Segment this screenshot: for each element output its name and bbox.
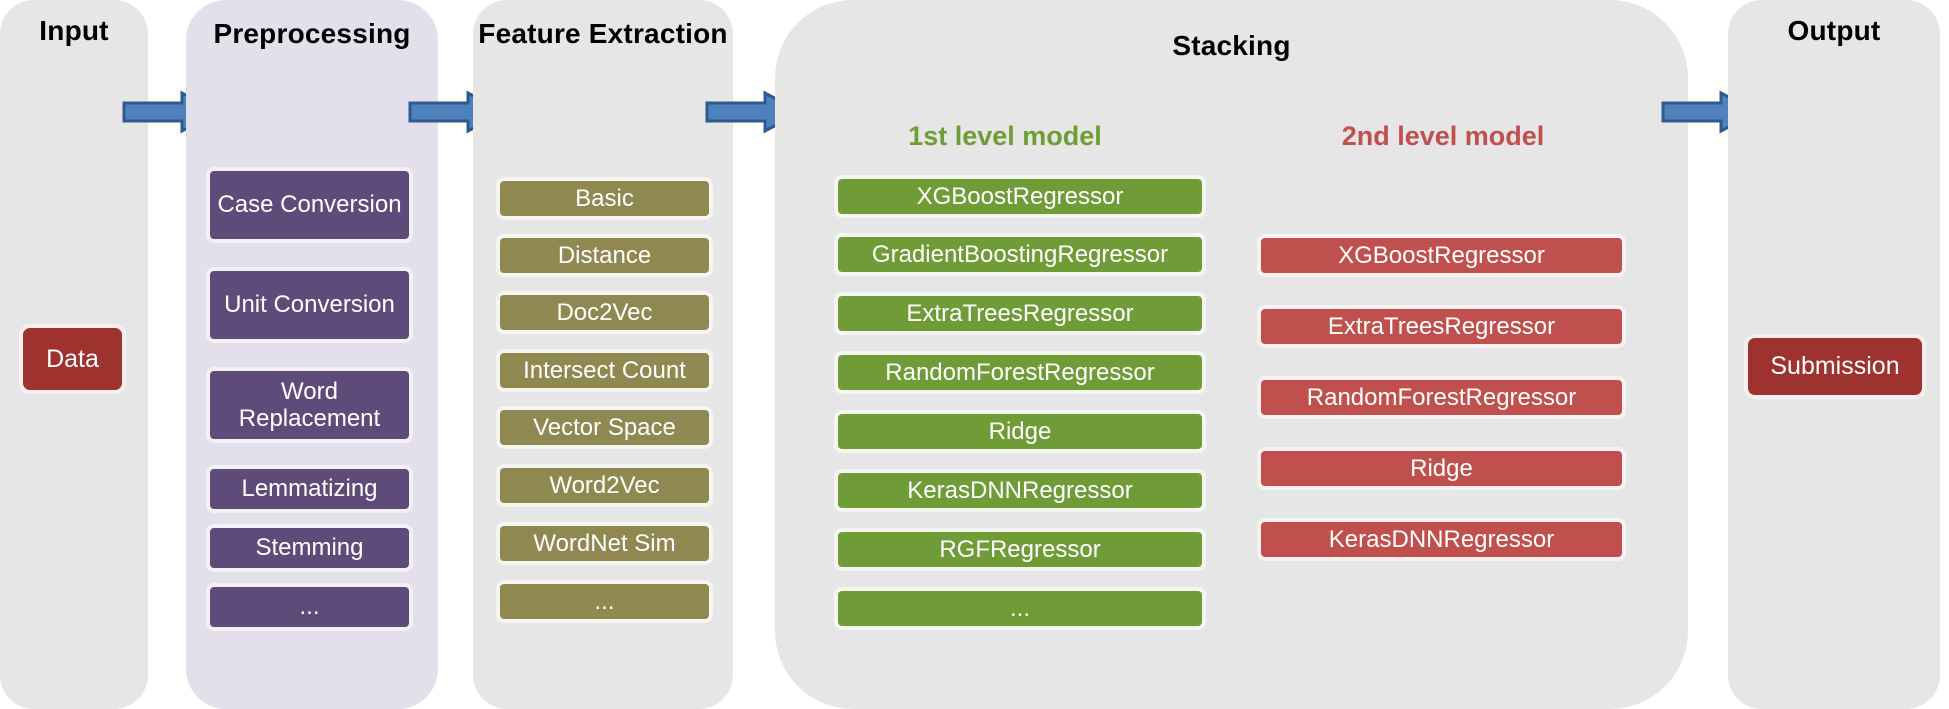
chip-preprocessing-stemming: Stemming (207, 525, 412, 571)
chip-label: XGBoostRegressor (1338, 241, 1545, 269)
stage-title-feature-extraction: Feature Extraction (478, 18, 728, 49)
stage-title-output: Output (1787, 15, 1881, 46)
chip-level2-extratreesregressor: ExtraTreesRegressor (1258, 306, 1625, 347)
chip-level1-rgfregressor: RGFRegressor (835, 529, 1205, 570)
chip-label: ... (1009, 594, 1030, 622)
diagram-canvas: Input Data Preprocessing Case Conversion… (0, 0, 1949, 709)
chip-label: KerasDNNRegressor (1328, 525, 1555, 553)
chip-level1-extratreesregressor: ExtraTreesRegressor (835, 293, 1205, 334)
chip-label: Ridge (988, 417, 1052, 445)
chip-preprocessing-word-replacement: Word Replacement (207, 368, 412, 442)
chip-preprocessing-case-conversion: Case Conversion (207, 168, 412, 242)
chip-level1-gradientboostingregressor: GradientBoostingRegressor (835, 234, 1205, 275)
chip-feature-word2vec: Word2Vec (497, 465, 712, 506)
chip-label: Lemmatizing (241, 475, 378, 503)
chip-feature-more: ... (497, 581, 712, 622)
chip-label: ExtraTreesRegressor (906, 299, 1134, 327)
chip-label: RandomForestRegressor (1306, 383, 1577, 411)
chip-label: RandomForestRegressor (885, 358, 1155, 386)
chip-level2-ridge: Ridge (1258, 448, 1625, 489)
chip-label: Word Replacement (238, 377, 381, 432)
chip-label: Stemming (255, 534, 364, 562)
chip-label: Case Conversion (217, 191, 402, 219)
chip-label: ... (594, 587, 615, 615)
chip-label: Unit Conversion (224, 291, 395, 319)
chip-preprocessing-unit-conversion: Unit Conversion (207, 268, 412, 342)
chip-level2-randomforestregressor: RandomForestRegressor (1258, 377, 1625, 418)
chip-label: Doc2Vec (556, 298, 653, 326)
chip-label: RGFRegressor (939, 535, 1101, 563)
chip-label: ExtraTreesRegressor (1327, 312, 1556, 340)
chip-feature-distance: Distance (497, 235, 712, 276)
chip-preprocessing-more: ... (207, 584, 412, 630)
chip-output-submission: Submission (1745, 335, 1925, 398)
stage-title-preprocessing: Preprocessing (213, 18, 411, 49)
chip-label: Distance (557, 241, 652, 269)
chip-level1-more: ... (835, 588, 1205, 629)
chip-label: Vector Space (533, 413, 676, 441)
chip-feature-wordnet-sim: WordNet Sim (497, 523, 712, 564)
chip-level1-kerasdnnregressor: KerasDNNRegressor (835, 470, 1205, 511)
chip-label: Intersect Count (523, 356, 686, 384)
chip-feature-vector-space: Vector Space (497, 407, 712, 448)
chip-label: Basic (575, 184, 634, 212)
chip-level1-randomforestregressor: RandomForestRegressor (835, 352, 1205, 393)
chip-label: XGBoostRegressor (916, 182, 1124, 210)
chip-feature-basic: Basic (497, 178, 712, 219)
chip-label: Data (46, 344, 99, 373)
chip-label: Ridge (1410, 454, 1473, 482)
chip-label: KerasDNNRegressor (907, 476, 1133, 504)
chip-level2-xgboostregressor: XGBoostRegressor (1258, 235, 1625, 276)
subtitle-first-level-model: 1st level model (908, 121, 1102, 151)
chip-preprocessing-lemmatizing: Lemmatizing (207, 466, 412, 512)
chip-label: WordNet Sim (533, 529, 676, 557)
chip-label: Word2Vec (549, 471, 660, 499)
chip-feature-intersect-count: Intersect Count (497, 350, 712, 391)
stage-title-input: Input (39, 15, 109, 46)
chip-level1-ridge: Ridge (835, 411, 1205, 452)
chip-input-data: Data (20, 325, 125, 393)
chip-label: ... (299, 593, 320, 621)
stage-title-stacking: Stacking (1172, 30, 1291, 61)
chip-label: GradientBoostingRegressor (871, 240, 1169, 268)
chip-feature-doc2vec: Doc2Vec (497, 292, 712, 333)
chip-level2-kerasdnnregressor: KerasDNNRegressor (1258, 519, 1625, 560)
chip-level1-xgboostregressor: XGBoostRegressor (835, 176, 1205, 217)
chip-label: Submission (1770, 352, 1900, 381)
subtitle-second-level-model: 2nd level model (1341, 121, 1545, 151)
